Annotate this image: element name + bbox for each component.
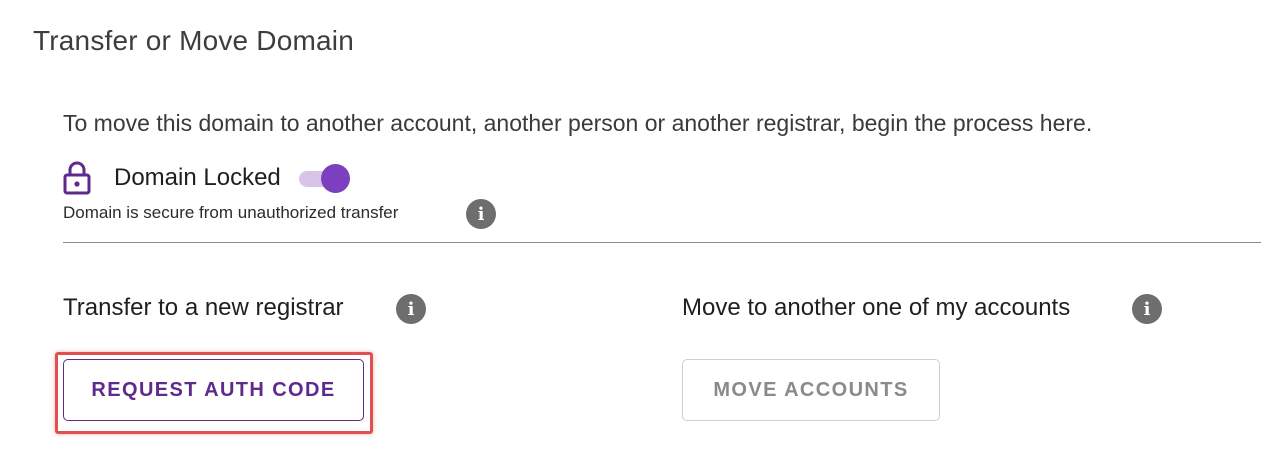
lock-info-icon[interactable]: i bbox=[466, 199, 496, 229]
domain-lock-row: Domain Locked bbox=[63, 158, 353, 198]
domain-locked-label: Domain Locked bbox=[114, 164, 281, 191]
transfer-move-domain-panel: Transfer or Move Domain To move this dom… bbox=[0, 0, 1261, 460]
move-accounts-label: Move to another one of my accounts bbox=[682, 294, 1071, 321]
toggle-knob bbox=[320, 164, 350, 193]
move-accounts-button[interactable]: MOVE ACCOUNTS bbox=[682, 359, 940, 421]
request-auth-code-button[interactable]: REQUEST AUTH CODE bbox=[63, 359, 364, 421]
page-title: Transfer or Move Domain bbox=[33, 25, 354, 56]
domain-lock-toggle[interactable] bbox=[298, 163, 353, 193]
transfer-registrar-label: Transfer to a new registrar bbox=[63, 294, 344, 321]
intro-text: To move this domain to another account, … bbox=[63, 110, 1093, 136]
padlock-icon bbox=[63, 160, 97, 196]
move-info-icon[interactable]: i bbox=[1132, 294, 1162, 324]
transfer-info-icon[interactable]: i bbox=[396, 294, 426, 324]
domain-lock-description: Domain is secure from unauthorized trans… bbox=[63, 203, 399, 222]
section-divider bbox=[63, 242, 1261, 243]
